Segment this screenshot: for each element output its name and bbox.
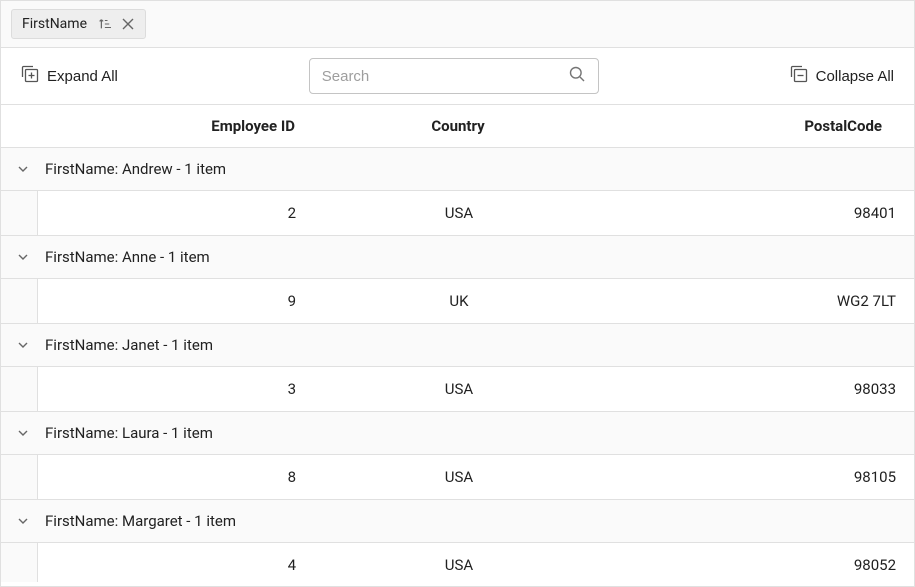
- table-row[interactable]: 9UKWG2 7LT: [1, 279, 914, 324]
- group-indent-cell: [1, 191, 38, 235]
- expand-all-icon: [21, 65, 39, 87]
- column-header-postal-code[interactable]: PostalCode: [603, 105, 914, 147]
- group-header[interactable]: FirstName: Anne - 1 item: [1, 236, 914, 279]
- grid-body[interactable]: FirstName: Andrew - 1 item2USA98401First…: [1, 148, 914, 582]
- cell-country: USA: [314, 455, 604, 499]
- chevron-down-icon: [15, 337, 31, 353]
- table-row[interactable]: 3USA98033: [1, 367, 914, 412]
- search-icon[interactable]: [568, 65, 586, 87]
- column-header-row: Employee ID Country PostalCode: [1, 105, 914, 148]
- group-header[interactable]: FirstName: Laura - 1 item: [1, 412, 914, 455]
- collapse-all-button[interactable]: Collapse All: [784, 61, 900, 91]
- search-input[interactable]: [322, 68, 568, 85]
- search-box[interactable]: [309, 58, 599, 94]
- chevron-down-icon: [15, 161, 31, 177]
- group-header-label: FirstName: Andrew - 1 item: [45, 160, 226, 178]
- column-header-group-indent: [1, 105, 37, 147]
- cell-employee-id: 8: [38, 455, 314, 499]
- column-header-country[interactable]: Country: [313, 105, 603, 147]
- table-row[interactable]: 2USA98401: [1, 191, 914, 236]
- cell-employee-id: 9: [38, 279, 314, 323]
- group-header-label: FirstName: Anne - 1 item: [45, 248, 210, 266]
- expand-all-label: Expand All: [47, 68, 118, 85]
- group-indent-cell: [1, 455, 38, 499]
- cell-employee-id: 4: [38, 543, 314, 582]
- group-header[interactable]: FirstName: Margaret - 1 item: [1, 500, 914, 543]
- collapse-all-icon: [790, 65, 808, 87]
- cell-postal-code: 98105: [604, 455, 914, 499]
- cell-postal-code: WG2 7LT: [604, 279, 914, 323]
- group-header-label: FirstName: Janet - 1 item: [45, 336, 213, 354]
- cell-postal-code: 98052: [604, 543, 914, 582]
- group-panel: FirstName: [1, 1, 914, 48]
- chevron-down-icon: [15, 513, 31, 529]
- cell-postal-code: 98401: [604, 191, 914, 235]
- group-chip-label: FirstName: [22, 16, 87, 32]
- cell-country: UK: [314, 279, 604, 323]
- group-indent-cell: [1, 279, 38, 323]
- grid: Employee ID Country PostalCode FirstName…: [1, 105, 914, 585]
- close-icon[interactable]: [121, 17, 135, 31]
- cell-postal-code: 98033: [604, 367, 914, 411]
- group-chip-firstname[interactable]: FirstName: [11, 9, 146, 39]
- group-header[interactable]: FirstName: Janet - 1 item: [1, 324, 914, 367]
- collapse-all-label: Collapse All: [816, 68, 894, 85]
- cell-country: USA: [314, 543, 604, 582]
- group-indent-cell: [1, 367, 38, 411]
- group-indent-cell: [1, 543, 38, 582]
- chevron-down-icon: [15, 425, 31, 441]
- sort-ascending-icon[interactable]: [97, 17, 111, 31]
- table-row[interactable]: 8USA98105: [1, 455, 914, 500]
- cell-country: USA: [314, 191, 604, 235]
- chevron-down-icon: [15, 249, 31, 265]
- cell-country: USA: [314, 367, 604, 411]
- column-header-employee-id[interactable]: Employee ID: [37, 105, 313, 147]
- cell-employee-id: 2: [38, 191, 314, 235]
- table-row[interactable]: 4USA98052: [1, 543, 914, 582]
- cell-employee-id: 3: [38, 367, 314, 411]
- group-header-label: FirstName: Margaret - 1 item: [45, 512, 236, 530]
- group-header[interactable]: FirstName: Andrew - 1 item: [1, 148, 914, 191]
- toolbar: Expand All Collapse All: [1, 48, 914, 105]
- group-header-label: FirstName: Laura - 1 item: [45, 424, 213, 442]
- expand-all-button[interactable]: Expand All: [15, 61, 124, 91]
